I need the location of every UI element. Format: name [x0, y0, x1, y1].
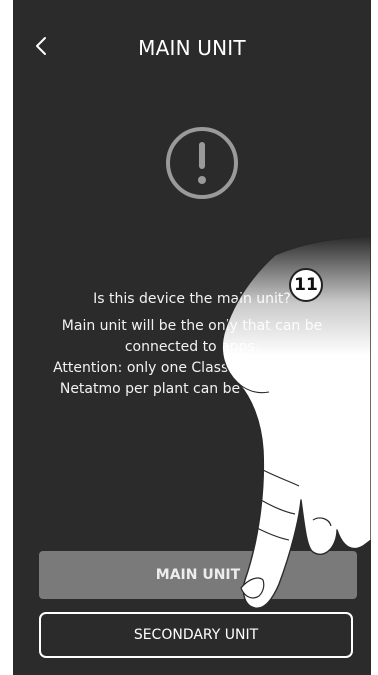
screen: MAIN UNIT Is this device the main unit? … [0, 0, 378, 675]
step-number-badge: 11 [289, 268, 323, 302]
page-title: MAIN UNIT [138, 36, 246, 60]
message-line-1: Main unit will be the only that can be [61, 318, 323, 334]
main-unit-button-label: MAIN UNIT [155, 567, 241, 583]
message-line-2: connected to apps. [124, 339, 260, 355]
secondary-unit-button-label: SECONDARY UNIT [133, 627, 259, 643]
main-unit-message: Is this device the main unit? Main unit … [33, 289, 351, 400]
message-line-4: Netatmo per plant can be a main unit [59, 381, 325, 397]
secondary-unit-button[interactable]: SECONDARY UNIT [39, 612, 353, 658]
message-line-3: Attention: only one Classe 300EOS with [53, 360, 331, 376]
main-unit-button[interactable]: MAIN UNIT [39, 551, 357, 599]
exclamation-circle-icon [164, 125, 240, 201]
